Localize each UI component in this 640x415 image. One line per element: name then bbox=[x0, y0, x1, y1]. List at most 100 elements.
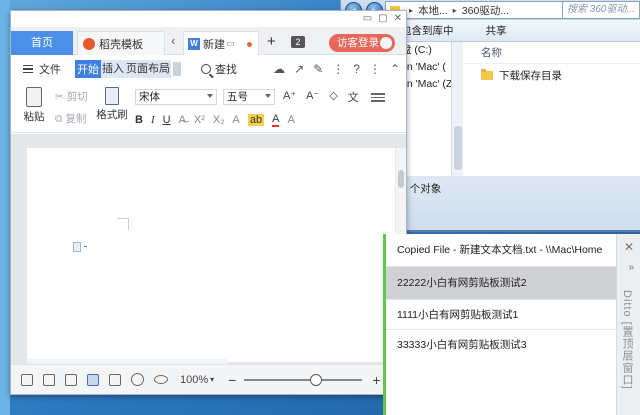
share-icon[interactable]: ↗ bbox=[294, 62, 304, 76]
font-size-select[interactable]: 五号 bbox=[223, 89, 275, 105]
clip-text: 22222小白有网剪贴板测试2 bbox=[397, 277, 527, 289]
menu-file[interactable]: 文件 bbox=[39, 61, 61, 77]
object-count: 1 个对象 bbox=[401, 183, 442, 195]
zoom-out-button[interactable]: − bbox=[228, 372, 236, 388]
share-button[interactable]: 共享 bbox=[464, 23, 517, 38]
subscript-icon[interactable]: X₂ bbox=[213, 114, 225, 126]
tab-insert[interactable]: 插入 bbox=[101, 60, 125, 78]
explorer-search-input[interactable]: 搜索 360驱动... bbox=[562, 1, 640, 19]
ribbon-toolbar: 粘贴 ✂ 剪切 ⧉ 复制 格式刷 宋体 五号 A⁺ A⁻ ◇ 文 B I U A… bbox=[11, 83, 406, 133]
text-effect-icon[interactable]: A bbox=[233, 114, 240, 126]
paste-button[interactable]: 粘贴 bbox=[21, 87, 47, 124]
page-view-icon[interactable] bbox=[87, 373, 99, 386]
column-header-name[interactable]: 名称 bbox=[463, 42, 640, 64]
phonetic-icon[interactable]: 文 bbox=[348, 89, 359, 105]
outline-view-icon[interactable] bbox=[43, 373, 55, 386]
tab-document[interactable]: W 新建 ▭ bbox=[183, 31, 259, 55]
char-border-icon[interactable]: A bbox=[287, 114, 294, 126]
scrollbar-thumb[interactable] bbox=[454, 126, 462, 170]
bullet-list-icon[interactable] bbox=[371, 91, 385, 104]
document-canvas bbox=[11, 134, 406, 366]
tab-home[interactable]: 首页 bbox=[11, 31, 73, 55]
italic-button[interactable]: I bbox=[151, 114, 155, 126]
paragraph-anchor-icon bbox=[73, 242, 81, 252]
text-caret bbox=[84, 246, 87, 247]
bold-button[interactable]: B bbox=[135, 114, 143, 126]
list-item[interactable]: 33333小白有网剪贴板测试3 bbox=[386, 330, 616, 360]
font-size-tools: A⁺ A⁻ ◇ 文 bbox=[283, 89, 359, 105]
reading-view-icon[interactable] bbox=[109, 373, 121, 386]
format-painter-button[interactable]: 格式刷 bbox=[95, 87, 129, 122]
fullscreen-icon[interactable] bbox=[21, 373, 33, 386]
clipboard-icon bbox=[26, 87, 42, 107]
collapse-ribbon-icon[interactable]: ⌃ bbox=[390, 62, 400, 76]
font-size-value: 五号 bbox=[227, 91, 248, 103]
breadcrumb-item[interactable]: 本地... bbox=[418, 3, 448, 18]
minimize-icon[interactable]: ▭ bbox=[363, 13, 372, 24]
list-item[interactable]: 22222小白有网剪贴板测试2 bbox=[386, 267, 616, 300]
scrollbar-thumb[interactable] bbox=[398, 170, 404, 188]
clip-text: Copied File - 新建文本文档.txt - \\Mac\Home bbox=[397, 244, 603, 256]
ditto-caption: Ditto [置顶层窗口] bbox=[621, 290, 633, 390]
more-icon[interactable]: ⋮ bbox=[332, 62, 344, 76]
tab-page-layout[interactable]: 页面布局 bbox=[125, 60, 171, 78]
scissors-icon: ✂ bbox=[55, 91, 64, 103]
zoom-slider-knob[interactable] bbox=[310, 373, 323, 386]
zoom-level[interactable]: 100% bbox=[180, 374, 208, 386]
eye-protection-icon[interactable] bbox=[154, 375, 168, 384]
guest-login-button[interactable]: 访客登录 bbox=[329, 34, 395, 52]
breadcrumb-item[interactable]: 360驱动... bbox=[462, 3, 509, 18]
highlight-icon[interactable]: ab bbox=[247, 114, 265, 126]
cut-label: 剪切 bbox=[66, 91, 88, 103]
nav-scrollbar[interactable] bbox=[451, 42, 463, 176]
chevron-down-icon[interactable]: ▾ bbox=[210, 375, 214, 384]
strikethrough-icon[interactable]: A̶ bbox=[179, 114, 186, 126]
list-item[interactable]: 下载保存目录 bbox=[463, 64, 640, 86]
list-item[interactable]: Copied File - 新建文本文档.txt - \\Mac\Home bbox=[386, 234, 616, 267]
close-icon[interactable]: ✕ bbox=[394, 13, 402, 24]
expand-icon[interactable]: » bbox=[628, 262, 634, 273]
paste-label: 粘贴 bbox=[23, 111, 45, 123]
copy-label: 复制 bbox=[65, 113, 87, 125]
grow-font-icon[interactable]: A⁺ bbox=[283, 89, 296, 105]
find-button[interactable]: 查找 bbox=[201, 61, 237, 77]
tab-scroll-left-icon[interactable]: ‹ bbox=[171, 33, 175, 48]
more-icon[interactable]: ⋮ bbox=[369, 62, 381, 76]
cut-button[interactable]: ✂ 剪切 bbox=[55, 89, 88, 104]
breadcrumb-separator-icon: ▸ bbox=[452, 5, 457, 15]
comment-icon[interactable]: ✎ bbox=[313, 62, 323, 76]
hamburger-menu-icon[interactable] bbox=[23, 63, 33, 76]
tab-template[interactable]: 稻壳模板 bbox=[77, 31, 165, 55]
search-icon bbox=[201, 64, 211, 74]
tab-start[interactable]: 开始 bbox=[75, 60, 101, 78]
edit-view-icon[interactable] bbox=[65, 373, 77, 386]
tab-count-badge[interactable]: 2 bbox=[291, 36, 305, 48]
close-icon[interactable]: ✕ bbox=[624, 240, 634, 254]
copy-button[interactable]: ⧉ 复制 bbox=[55, 111, 86, 126]
zoom-in-button[interactable]: + bbox=[372, 372, 380, 388]
clip-text: 33333小白有网剪贴板测试3 bbox=[397, 339, 527, 351]
daoke-logo-icon bbox=[83, 37, 95, 50]
superscript-icon[interactable]: X² bbox=[194, 114, 205, 126]
list-item[interactable]: 1111小白有网剪贴板测试1 bbox=[386, 300, 616, 330]
chevron-down-icon bbox=[265, 94, 271, 98]
folder-name: 下载保存目录 bbox=[499, 69, 562, 82]
help-icon[interactable]: ? bbox=[353, 62, 360, 76]
breadcrumb-separator-icon: ▸ bbox=[409, 5, 414, 15]
ditto-side-panel: ✕ » Ditto [置顶层窗口] bbox=[616, 234, 640, 415]
cloud-icon[interactable]: ☁ bbox=[273, 62, 285, 76]
avatar bbox=[380, 37, 392, 49]
maximize-icon[interactable]: ▢ bbox=[378, 13, 387, 24]
clear-format-icon[interactable]: ◇ bbox=[329, 89, 337, 105]
font-family-select[interactable]: 宋体 bbox=[135, 89, 217, 105]
underline-button[interactable]: U bbox=[163, 114, 171, 126]
new-tab-button[interactable]: + bbox=[267, 33, 276, 50]
explorer-file-list: 名称 下载保存目录 bbox=[463, 42, 640, 176]
shrink-font-icon[interactable]: A⁻ bbox=[306, 89, 319, 105]
font-color-icon[interactable]: A bbox=[272, 113, 280, 127]
tab-document-label: 新建 bbox=[203, 38, 225, 51]
zoom-slider[interactable] bbox=[244, 373, 363, 386]
ditto-window: Copied File - 新建文本文档.txt - \\Mac\Home 22… bbox=[383, 234, 640, 415]
document-page[interactable] bbox=[27, 148, 395, 362]
web-view-icon[interactable] bbox=[131, 373, 144, 386]
